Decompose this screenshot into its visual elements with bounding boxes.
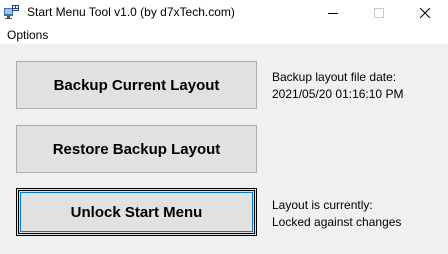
maximize-button[interactable]: [356, 0, 402, 26]
unlock-button-label: Unlock Start Menu: [70, 203, 203, 221]
app-window: Start Menu Tool v1.0 (by d7xTech.com) Op…: [0, 0, 448, 254]
layout-status-heading: Layout is currently:: [272, 198, 373, 212]
menu-bar: Options: [0, 26, 448, 45]
maximize-icon: [374, 8, 384, 18]
backup-current-layout-button[interactable]: Backup Current Layout: [16, 61, 257, 109]
layout-status-info: Layout is currently: Locked against chan…: [272, 197, 401, 231]
backup-button-label: Backup Current Layout: [53, 76, 220, 94]
backup-date-value: 2021/05/20 01:16:10 PM: [272, 87, 404, 101]
minimize-icon: [328, 13, 338, 14]
unlock-start-menu-button[interactable]: Unlock Start Menu: [16, 188, 257, 236]
minimize-button[interactable]: [310, 0, 356, 26]
restore-button-label: Restore Backup Layout: [52, 140, 221, 158]
backup-date-heading: Backup layout file date:: [272, 70, 397, 84]
title-bar[interactable]: Start Menu Tool v1.0 (by d7xTech.com): [0, 0, 448, 26]
close-button[interactable]: [402, 0, 448, 26]
app-window-icon: [3, 4, 20, 21]
backup-info: Backup layout file date: 2021/05/20 01:1…: [272, 69, 403, 103]
window-title: Start Menu Tool v1.0 (by d7xTech.com): [27, 5, 235, 19]
close-icon: [420, 8, 430, 18]
layout-status-value: Locked against changes: [272, 215, 402, 229]
menu-options[interactable]: Options: [7, 28, 48, 42]
restore-backup-layout-button[interactable]: Restore Backup Layout: [16, 125, 257, 173]
